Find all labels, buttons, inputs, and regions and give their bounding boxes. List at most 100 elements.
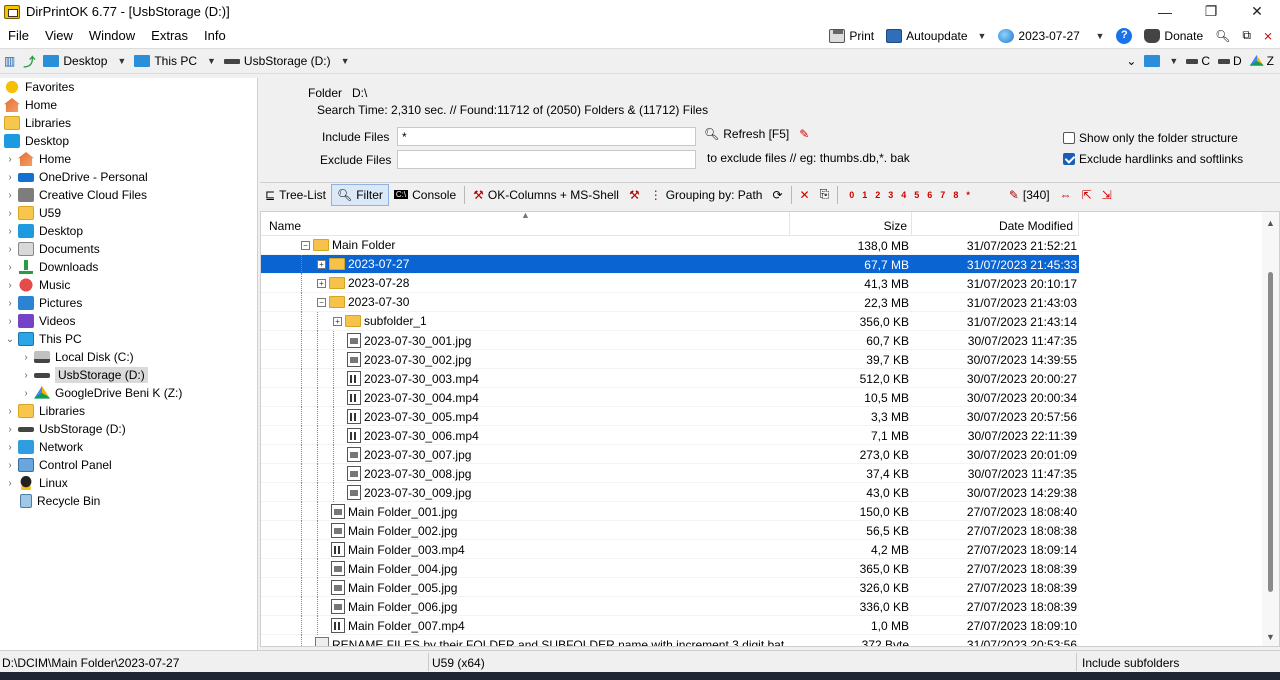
tree-item[interactable]: › Pictures: [0, 294, 257, 312]
filter-button[interactable]: 🔍︎ Filter: [330, 183, 389, 206]
close-all-button[interactable]: ⨯: [1260, 29, 1276, 43]
chevron-right-icon[interactable]: ›: [20, 370, 32, 381]
chevron-right-icon[interactable]: ›: [4, 172, 16, 183]
table-row[interactable]: 2023-07-30_009.jpg 43,0 KB 30/07/2023 14:2…: [261, 483, 1079, 502]
ok-columns-button[interactable]: ⚒ OK-Columns + MS-Shell: [468, 184, 624, 206]
chevron-right-icon[interactable]: ›: [4, 280, 16, 291]
exclude-files-input[interactable]: [397, 150, 696, 169]
window-tile-button[interactable]: ⧉: [1239, 28, 1254, 43]
minimize-button[interactable]: —: [1142, 0, 1188, 23]
table-row[interactable]: Main Folder_003.mp4 4,2 MB 27/07/2023 18:0…: [261, 540, 1079, 559]
extra-button[interactable]: ⇲: [1097, 184, 1117, 206]
menu-extras[interactable]: Extras: [143, 23, 196, 48]
clear-filter-icon[interactable]: ✎: [799, 127, 809, 141]
column-divider[interactable]: [789, 212, 790, 235]
level-button[interactable]: 3: [885, 190, 896, 200]
delete-button[interactable]: ✕: [795, 184, 815, 206]
search-tool-button[interactable]: 🔍︎: [1212, 29, 1233, 43]
table-row[interactable]: − 2023-07-30 22,3 MB 31/07/2023 21:43:03: [261, 293, 1079, 312]
close-button[interactable]: ✕: [1234, 0, 1280, 23]
table-row[interactable]: 2023-07-30_003.mp4 512,0 KB 30/07/2023 20:…: [261, 369, 1079, 388]
toggle-panel-button[interactable]: ▥: [0, 54, 19, 68]
scroll-thumb[interactable]: [1268, 272, 1273, 592]
table-row[interactable]: 2023-07-30_002.jpg 39,7 KB 30/07/2023 14:3…: [261, 350, 1079, 369]
chevron-right-icon[interactable]: ›: [4, 406, 16, 417]
level-button[interactable]: 0: [846, 190, 857, 200]
chevron-right-icon[interactable]: ›: [20, 352, 32, 363]
tree-item[interactable]: › UsbStorage (D:): [0, 420, 257, 438]
loc-desktop[interactable]: Desktop ▼: [39, 54, 130, 68]
table-row[interactable]: RENAME FILES by their FOLDER and SUBFOLD…: [261, 635, 1079, 646]
menu-file[interactable]: File: [0, 23, 37, 48]
tree-item[interactable]: › Local Disk (C:): [0, 348, 257, 366]
menu-window[interactable]: Window: [81, 23, 143, 48]
tree-item[interactable]: › U59: [0, 204, 257, 222]
tree-item[interactable]: Recycle Bin: [0, 492, 257, 510]
table-row[interactable]: Main Folder_007.mp4 1,0 MB 27/07/2023 18:0…: [261, 616, 1079, 635]
loc-drive[interactable]: UsbStorage (D:) ▼: [220, 54, 354, 68]
table-row[interactable]: 2023-07-30_007.jpg 273,0 KB 30/07/2023 20:…: [261, 445, 1079, 464]
scroll-down-icon[interactable]: ▼: [1266, 632, 1275, 642]
chevron-right-icon[interactable]: ›: [4, 262, 16, 273]
tree-item[interactable]: › GoogleDrive Beni K (Z:): [0, 384, 257, 402]
menu-info[interactable]: Info: [196, 23, 234, 48]
level-button[interactable]: 5: [911, 190, 922, 200]
swap-button[interactable]: ⇔: [1055, 184, 1077, 206]
more-chevron-icon[interactable]: ⌄: [1126, 54, 1136, 68]
table-row[interactable]: Main Folder_002.jpg 56,5 KB 27/07/2023 18:…: [261, 521, 1079, 540]
column-divider[interactable]: [911, 212, 912, 235]
tree-item[interactable]: ⌄ This PC: [0, 330, 257, 348]
maximize-button[interactable]: ❐: [1188, 0, 1234, 23]
tree-item[interactable]: Favorites: [0, 78, 257, 96]
tree-item[interactable]: › UsbStorage (D:): [0, 366, 257, 384]
tree-item[interactable]: › Home: [0, 150, 257, 168]
tree-list-button[interactable]: ⊑ Tree-List: [260, 184, 331, 206]
level-button[interactable]: 6: [924, 190, 935, 200]
level-button[interactable]: 1: [859, 190, 870, 200]
column-date[interactable]: Date Modified: [913, 219, 1073, 233]
table-row[interactable]: +2023-07-28 41,3 MB 31/07/2023 20:10:17: [261, 274, 1079, 293]
column-size[interactable]: Size: [791, 219, 907, 233]
chevron-right-icon[interactable]: ›: [4, 460, 16, 471]
column-divider[interactable]: [1078, 212, 1079, 235]
chevron-right-icon[interactable]: ›: [4, 244, 16, 255]
level-button[interactable]: 8: [950, 190, 961, 200]
collapse-icon[interactable]: −: [301, 240, 310, 250]
tree-item[interactable]: › Linux: [0, 474, 257, 492]
console-button[interactable]: C:\ Console: [389, 184, 461, 206]
tree-item[interactable]: › Documents: [0, 240, 257, 258]
collapse-icon[interactable]: −: [317, 297, 326, 307]
table-row[interactable]: 2023-07-30_004.mp4 10,5 MB 30/07/2023 20:0…: [261, 388, 1079, 407]
chevron-right-icon[interactable]: ›: [4, 424, 16, 435]
autoupdate-button[interactable]: Autoupdate ▼: [883, 28, 989, 43]
tree-item[interactable]: › Network: [0, 438, 257, 456]
expand-icon[interactable]: +: [317, 259, 326, 269]
table-row[interactable]: 2023-07-30_001.jpg 60,7 KB 30/07/2023 11:4…: [261, 331, 1079, 350]
print-button[interactable]: Print: [826, 28, 877, 43]
chevron-right-icon[interactable]: ›: [4, 316, 16, 327]
scroll-up-icon[interactable]: ▲: [1266, 218, 1275, 228]
chevron-right-icon[interactable]: ›: [4, 190, 16, 201]
tree-item[interactable]: Home: [0, 96, 257, 114]
tools-button[interactable]: ⚒: [624, 184, 645, 206]
date-select[interactable]: 2023-07-27 ▼: [995, 28, 1107, 43]
up-folder-button[interactable]: ⤴: [19, 53, 39, 70]
table-row[interactable]: Main Folder_004.jpg 365,0 KB 27/07/2023 18…: [261, 559, 1079, 578]
tree-item[interactable]: Libraries: [0, 114, 257, 132]
level-button[interactable]: 4: [898, 190, 909, 200]
table-row[interactable]: +2023-07-27 67,7 MB 31/07/2023 21:45:33: [261, 255, 1079, 274]
tree-item[interactable]: Desktop: [0, 132, 257, 150]
table-row[interactable]: 2023-07-30_005.mp4 3,3 MB 30/07/2023 20:57…: [261, 407, 1079, 426]
chevron-right-icon[interactable]: ›: [4, 442, 16, 453]
table-row[interactable]: − Main Folder 138,0 MB 31/07/2023 21:52:21: [261, 236, 1079, 255]
view-mode-button[interactable]: ▼: [1144, 55, 1178, 67]
level-button[interactable]: *: [963, 190, 973, 200]
tree-item[interactable]: › Music: [0, 276, 257, 294]
tree-item[interactable]: › Desktop: [0, 222, 257, 240]
drive-z-button[interactable]: Z: [1249, 54, 1274, 68]
drive-c-button[interactable]: C: [1186, 54, 1210, 68]
column-name[interactable]: Name: [269, 219, 301, 233]
move-button[interactable]: ⇱: [1077, 184, 1097, 206]
tree-item[interactable]: › Libraries: [0, 402, 257, 420]
tree-item[interactable]: › Control Panel: [0, 456, 257, 474]
